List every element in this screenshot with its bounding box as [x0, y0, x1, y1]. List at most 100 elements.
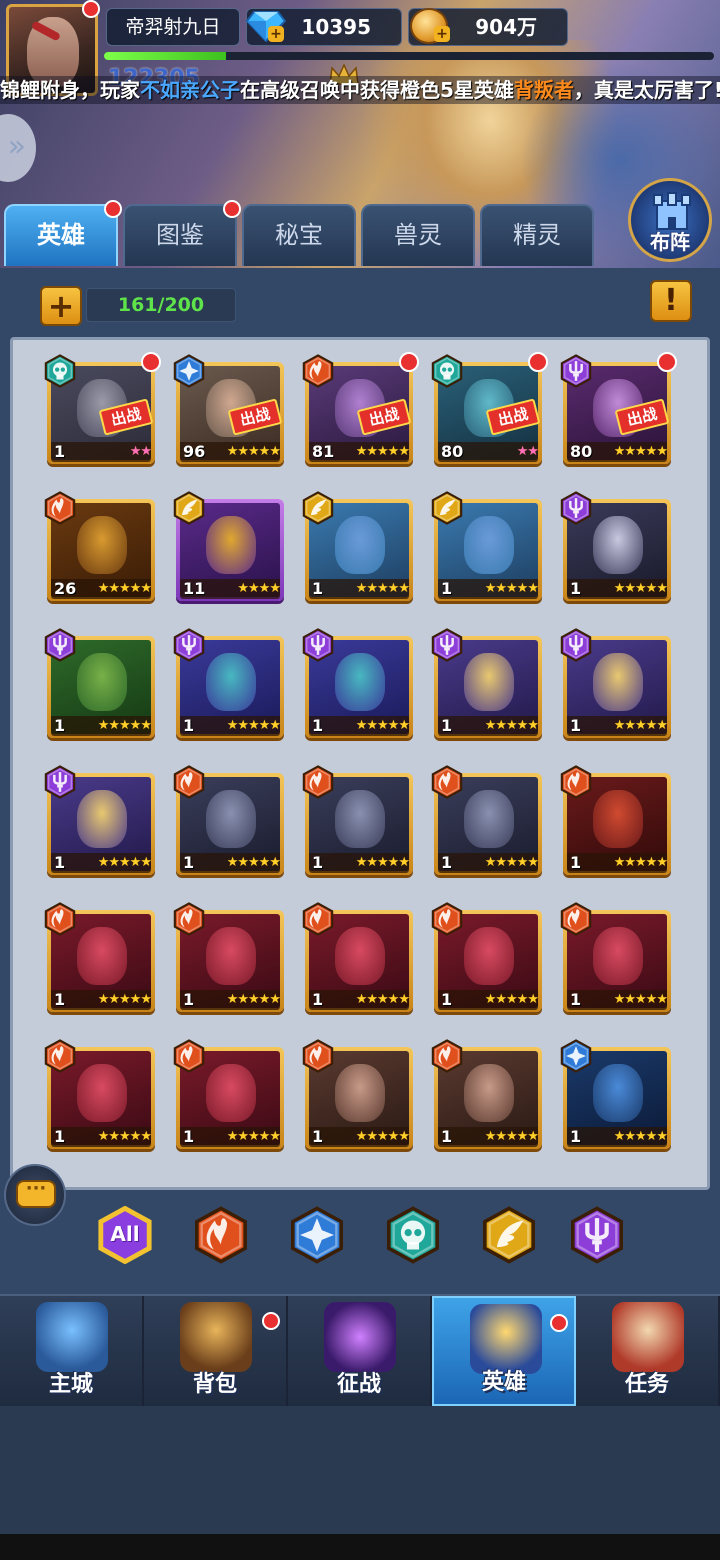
add-gems-icon[interactable]: + [268, 26, 284, 42]
hero-stars: ★★★★★ [613, 992, 668, 1007]
hero-stars: ★★★★★ [355, 855, 410, 870]
hero-card[interactable]: 1 ★★★★★ [44, 1039, 157, 1151]
trident-faction-filter-button[interactable] [568, 1206, 626, 1264]
experience-bar [104, 52, 714, 60]
cross-faction-filter-button[interactable] [288, 1206, 346, 1264]
hero-level: 1 [441, 716, 453, 735]
chest-icon [180, 1302, 252, 1372]
hero-card[interactable]: 11 ★★★★ [173, 491, 286, 603]
hero-card[interactable]: 96 ★★★★★ 出战 [173, 354, 286, 466]
add-gold-icon[interactable]: + [434, 26, 450, 42]
hero-card[interactable]: 1 ★★★★★ [560, 1039, 673, 1151]
hero-card[interactable]: 81 ★★★★★ 出战 [302, 352, 419, 466]
nav-label: 任务 [624, 1372, 669, 1397]
hero-card[interactable]: 1 ★★★★★ [44, 628, 157, 740]
chat-button[interactable]: ··· [4, 1164, 66, 1226]
hero-card[interactable]: 80 ★★ 出战 [431, 352, 548, 466]
trident-faction-icon [559, 491, 593, 527]
flame-faction-filter-button[interactable] [192, 1206, 250, 1264]
hero-tabs: 英雄 图鉴 秘宝 兽灵 精灵 [4, 200, 604, 268]
hero-card[interactable]: 1 ★★★★★ [173, 902, 286, 1014]
flame-faction-icon [430, 1039, 464, 1075]
hero-card[interactable]: 1 ★★★★★ [44, 765, 157, 877]
hero-card[interactable]: 1 ★★★★★ [173, 1039, 286, 1151]
hero-card[interactable]: 1 ★★★★★ [44, 902, 157, 1014]
hero-card[interactable]: 1 ★★★★★ [431, 1039, 544, 1151]
hero-card[interactable]: 1 ★★★★★ [302, 1039, 415, 1151]
hero-card[interactable]: 1 ★★★★★ [302, 628, 415, 740]
nav-scroll[interactable]: 任务 [576, 1296, 720, 1406]
hero-stars: ★★★★★ [97, 855, 152, 870]
hero-level: 1 [441, 853, 453, 872]
player-name[interactable]: 帝羿射九日 [106, 8, 240, 46]
hero-card[interactable]: 1 ★★★★★ [560, 902, 673, 1014]
hero-level: 1 [312, 1127, 324, 1146]
scroll-icon [612, 1302, 684, 1372]
tab-2[interactable]: 秘宝 [242, 204, 356, 266]
hero-card[interactable]: 80 ★★★★★ 出战 [560, 352, 677, 466]
hero-card[interactable]: 1 ★★★★★ [560, 628, 673, 740]
hero-head [593, 516, 643, 575]
all-filter-button[interactable]: All [96, 1205, 154, 1265]
nav-castle[interactable]: 主城 [0, 1296, 144, 1406]
tab-3[interactable]: 兽灵 [361, 204, 475, 266]
hero-head [77, 927, 127, 986]
hero-head [464, 790, 514, 849]
hero-head [464, 516, 514, 575]
nav-dragon-portal[interactable]: 征战 [288, 1296, 432, 1406]
hero-stars: ★★★★★ [355, 718, 410, 733]
formation-label: 布阵 [650, 230, 690, 254]
hero-card[interactable]: 26 ★★★★★ [44, 491, 157, 603]
hero-card[interactable]: 1 ★★★★★ [431, 628, 544, 740]
skull-faction-icon [384, 1206, 442, 1268]
hero-level: 1 [54, 990, 66, 1009]
hero-card[interactable]: 1 ★★★★★ [302, 491, 415, 603]
hero-stars: ★★★★★ [97, 581, 152, 596]
tab-1[interactable]: 图鉴 [123, 200, 241, 266]
hero-card[interactable]: 1 ★★★★★ [173, 765, 286, 877]
castle-icon [36, 1302, 108, 1372]
hero-card[interactable]: 1 ★★★★★ [431, 491, 544, 603]
trident-faction-icon [559, 354, 593, 390]
wing-faction-icon [480, 1206, 538, 1268]
hero-card[interactable]: 1 ★★★★★ [173, 628, 286, 740]
hero-head [464, 1064, 514, 1123]
hero-card[interactable]: 1 ★★★★★ [431, 902, 544, 1014]
trident-faction-icon [43, 765, 77, 801]
hero-head [77, 653, 127, 712]
hero-notification-dot [399, 352, 419, 372]
trident-faction-icon [172, 628, 206, 664]
hero-card[interactable]: 1 ★★ 出战 [44, 352, 161, 466]
hero-level: 1 [441, 990, 453, 1009]
hero-level: 81 [312, 442, 335, 461]
wing-faction-icon [430, 491, 464, 527]
hero-level: 11 [183, 579, 206, 598]
hero-grid-container: 1 ★★ 出战 96 ★★★★★ 出战 81 ★★★★★ 出战 80 ★★ 出战 80 ★★★★★ 出战 26… [10, 337, 710, 1190]
tab-notification-dot [104, 200, 122, 218]
flame-faction-icon [430, 902, 464, 938]
hero-level: 1 [570, 990, 582, 1009]
hero-head [206, 653, 256, 712]
hero-card[interactable]: 1 ★★★★★ [560, 491, 673, 603]
hero-card[interactable]: 1 ★★★★★ [302, 765, 415, 877]
double-chevron-right-icon: » [7, 129, 26, 164]
wing-faction-filter-button[interactable] [480, 1206, 538, 1264]
skull-faction-filter-button[interactable] [384, 1206, 442, 1264]
marquee-hero-name: 背叛者 [513, 78, 574, 102]
cross-faction-icon [559, 1039, 593, 1075]
tab-4[interactable]: 精灵 [480, 204, 594, 266]
hero-level: 1 [312, 990, 324, 1009]
expand-slots-button[interactable]: + [40, 286, 82, 326]
hero-card[interactable]: 1 ★★★★★ [302, 902, 415, 1014]
hero-head [335, 516, 385, 575]
hero-stars: ★★★★★ [613, 718, 668, 733]
nav-chest[interactable]: 背包 [144, 1296, 288, 1406]
formation-button[interactable]: 布阵 [628, 178, 712, 262]
hero-head [335, 1064, 385, 1123]
tab-0[interactable]: 英雄 [4, 200, 122, 266]
info-exclamation-button[interactable]: ! [650, 280, 692, 322]
nav-helmet[interactable]: 英雄 [432, 1296, 576, 1406]
hero-card[interactable]: 1 ★★★★★ [431, 765, 544, 877]
hero-card[interactable]: 1 ★★★★★ [560, 765, 673, 877]
marquee-suffix: ，真是太厉害了! [573, 78, 720, 102]
